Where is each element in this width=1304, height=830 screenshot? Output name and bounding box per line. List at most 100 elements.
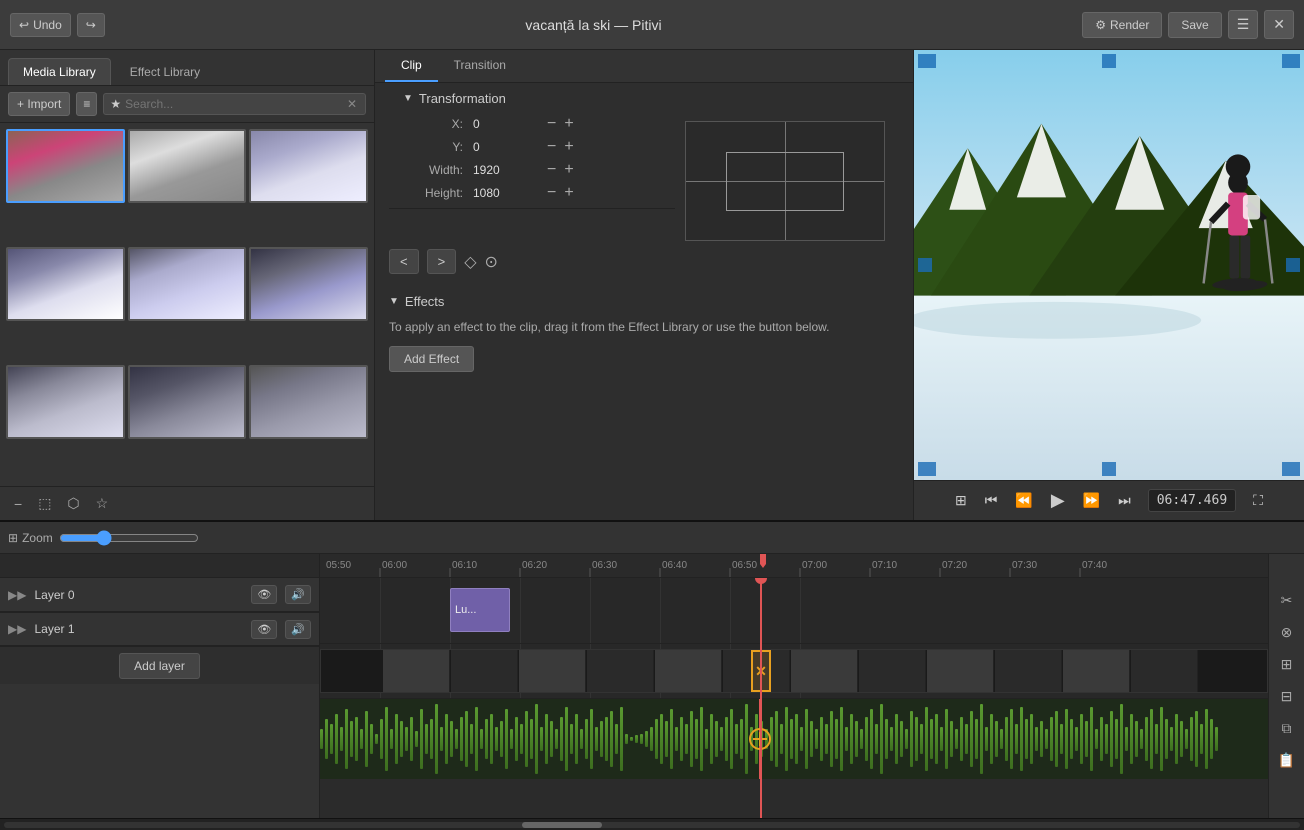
svg-text:05:50: 05:50 xyxy=(326,560,351,571)
transition-marker[interactable]: ✕ xyxy=(751,650,771,692)
transition-x-icon: ✕ xyxy=(755,663,767,680)
media-thumbnail[interactable] xyxy=(6,129,125,203)
redo-button[interactable]: ↪ xyxy=(77,13,105,37)
y-increment-button[interactable]: + xyxy=(560,139,577,155)
handle-left[interactable] xyxy=(918,258,932,272)
layer0-visibility-button[interactable]: 👁 xyxy=(251,585,277,604)
waveform-svg xyxy=(320,699,1220,779)
save-button[interactable]: Save xyxy=(1168,12,1221,38)
transform-controls-area: ▼ Transformation X: 0 − + Y: 0 − + Width… xyxy=(375,83,913,241)
corner-handle-tr[interactable] xyxy=(1282,54,1300,68)
timeline-tools: ✂ ⊗ ⊞ ⊟ ⧉ 📋 xyxy=(1268,554,1304,818)
corner-handle-bl[interactable] xyxy=(918,462,936,476)
handle-right[interactable] xyxy=(1286,258,1300,272)
clear-search-button[interactable]: ✕ xyxy=(345,97,359,111)
preview-controls: ⊞ ⏮ ⏪ ▶ ⏩ ⏭ 06:47.469 ⛶ xyxy=(914,480,1304,520)
transform-crosshair[interactable] xyxy=(685,121,885,241)
media-grid xyxy=(0,123,374,486)
paste-tool-button[interactable]: 📋 xyxy=(1273,746,1301,774)
tab-clip[interactable]: Clip xyxy=(385,50,438,82)
grid-alt-tool-button[interactable]: ⊟ xyxy=(1273,682,1301,710)
strip-thumb xyxy=(587,650,654,692)
video-strip: ✕ xyxy=(320,649,1268,693)
media-thumbnail[interactable] xyxy=(249,247,368,321)
delete-tool-button[interactable]: ⊗ xyxy=(1273,618,1301,646)
add-to-timeline-button[interactable]: ⬚ xyxy=(34,493,55,514)
render-label: Render xyxy=(1110,18,1149,32)
reset-transform-button[interactable]: ⊙ xyxy=(485,252,498,272)
layer0-name: Layer 0 xyxy=(34,588,243,602)
search-box: ★ ✕ xyxy=(103,93,366,115)
svg-text:07:30: 07:30 xyxy=(1012,560,1037,571)
menu-button[interactable]: ☰ xyxy=(1228,10,1259,39)
right-panel: ⊞ ⏮ ⏪ ▶ ⏩ ⏭ 06:47.469 ⛶ xyxy=(914,50,1304,520)
undo-button[interactable]: ↩ Undo xyxy=(10,13,71,37)
height-increment-button[interactable]: + xyxy=(560,185,577,201)
next-keyframe-button[interactable]: > xyxy=(427,249,457,274)
layer1-visibility-button[interactable]: 👁 xyxy=(251,620,277,639)
zoom-slider[interactable] xyxy=(59,530,199,546)
width-value: 1920 xyxy=(473,163,543,177)
media-thumbnail[interactable] xyxy=(6,365,125,439)
layer0-audio-button[interactable]: 🔊 xyxy=(285,585,311,604)
skip-to-end-button[interactable]: ⏭ xyxy=(1113,489,1136,512)
handle-top[interactable] xyxy=(1102,54,1116,68)
x-increment-button[interactable]: + xyxy=(560,116,577,132)
remove-clip-button[interactable]: − xyxy=(10,494,26,514)
title-right-controls: ⚙ Render Save ☰ ✕ xyxy=(1082,10,1294,39)
timeline-clip[interactable]: Lu... xyxy=(450,588,510,632)
media-thumbnail[interactable] xyxy=(249,365,368,439)
tab-media-library[interactable]: Media Library xyxy=(8,58,111,85)
corner-handle-tl[interactable] xyxy=(918,54,936,68)
timeline-toolbar: ⊞ Zoom xyxy=(0,522,1304,554)
tab-effect-library[interactable]: Effect Library xyxy=(115,58,215,85)
copy-tool-button[interactable]: ⧉ xyxy=(1273,714,1301,742)
close-button[interactable]: ✕ xyxy=(1264,10,1294,39)
y-decrement-button[interactable]: − xyxy=(543,139,560,155)
handle-bottom[interactable] xyxy=(1102,462,1116,476)
rewind-button[interactable]: ⏪ xyxy=(1010,489,1037,512)
fullscreen-button[interactable]: ⛶ xyxy=(1248,489,1268,512)
add-layer-button[interactable]: Add layer xyxy=(119,653,200,679)
info-button[interactable]: ☆ xyxy=(92,493,113,514)
scroll-thumb[interactable] xyxy=(522,822,602,828)
media-thumbnail[interactable] xyxy=(128,365,247,439)
media-thumbnail[interactable] xyxy=(128,247,247,321)
grid-line xyxy=(660,578,661,643)
fast-forward-button[interactable]: ⏩ xyxy=(1078,489,1105,512)
effects-arrow-icon: ▼ xyxy=(389,296,399,307)
add-keyframe-button[interactable]: ◇ xyxy=(464,252,476,272)
import-button[interactable]: + Import xyxy=(8,92,70,116)
crosshair-box xyxy=(726,152,845,211)
transformation-header[interactable]: ▼ Transformation xyxy=(403,91,661,106)
height-decrement-button[interactable]: − xyxy=(543,185,560,201)
search-input[interactable] xyxy=(125,97,341,111)
zoom-control: ⊞ Zoom xyxy=(8,531,53,545)
media-thumbnail[interactable] xyxy=(6,247,125,321)
audio-track xyxy=(320,699,1268,779)
width-decrement-button[interactable]: − xyxy=(543,162,560,178)
layer1-audio-button[interactable]: 🔊 xyxy=(285,620,311,639)
render-button[interactable]: ⚙ Render xyxy=(1082,12,1162,38)
razor-tool-button[interactable]: ✂ xyxy=(1273,586,1301,614)
thumbnail-image xyxy=(130,249,245,319)
tab-transition[interactable]: Transition xyxy=(438,50,522,82)
media-thumbnail[interactable] xyxy=(128,129,247,203)
add-layer-area: Add layer xyxy=(0,646,319,684)
scroll-track[interactable] xyxy=(4,822,1300,828)
main-content: Media Library Effect Library + Import ≡ … xyxy=(0,50,1304,520)
skip-to-start-button[interactable]: ⏮ xyxy=(980,489,1003,512)
add-effect-button[interactable]: Add Effect xyxy=(389,346,474,372)
grid-view-button[interactable]: ⊞ xyxy=(950,489,972,512)
grid-tool-button[interactable]: ⊞ xyxy=(1273,650,1301,678)
corner-handle-br[interactable] xyxy=(1282,462,1300,476)
media-thumbnail[interactable] xyxy=(249,129,368,203)
play-button[interactable]: ▶ xyxy=(1046,487,1070,514)
tag-button[interactable]: ⬡ xyxy=(63,493,83,514)
width-increment-button[interactable]: + xyxy=(560,162,577,178)
x-decrement-button[interactable]: − xyxy=(543,116,560,132)
list-view-button[interactable]: ≡ xyxy=(76,92,97,116)
effects-header[interactable]: ▼ Effects xyxy=(389,294,899,309)
thumbnail-image xyxy=(8,131,123,201)
prev-keyframe-button[interactable]: < xyxy=(389,249,419,274)
